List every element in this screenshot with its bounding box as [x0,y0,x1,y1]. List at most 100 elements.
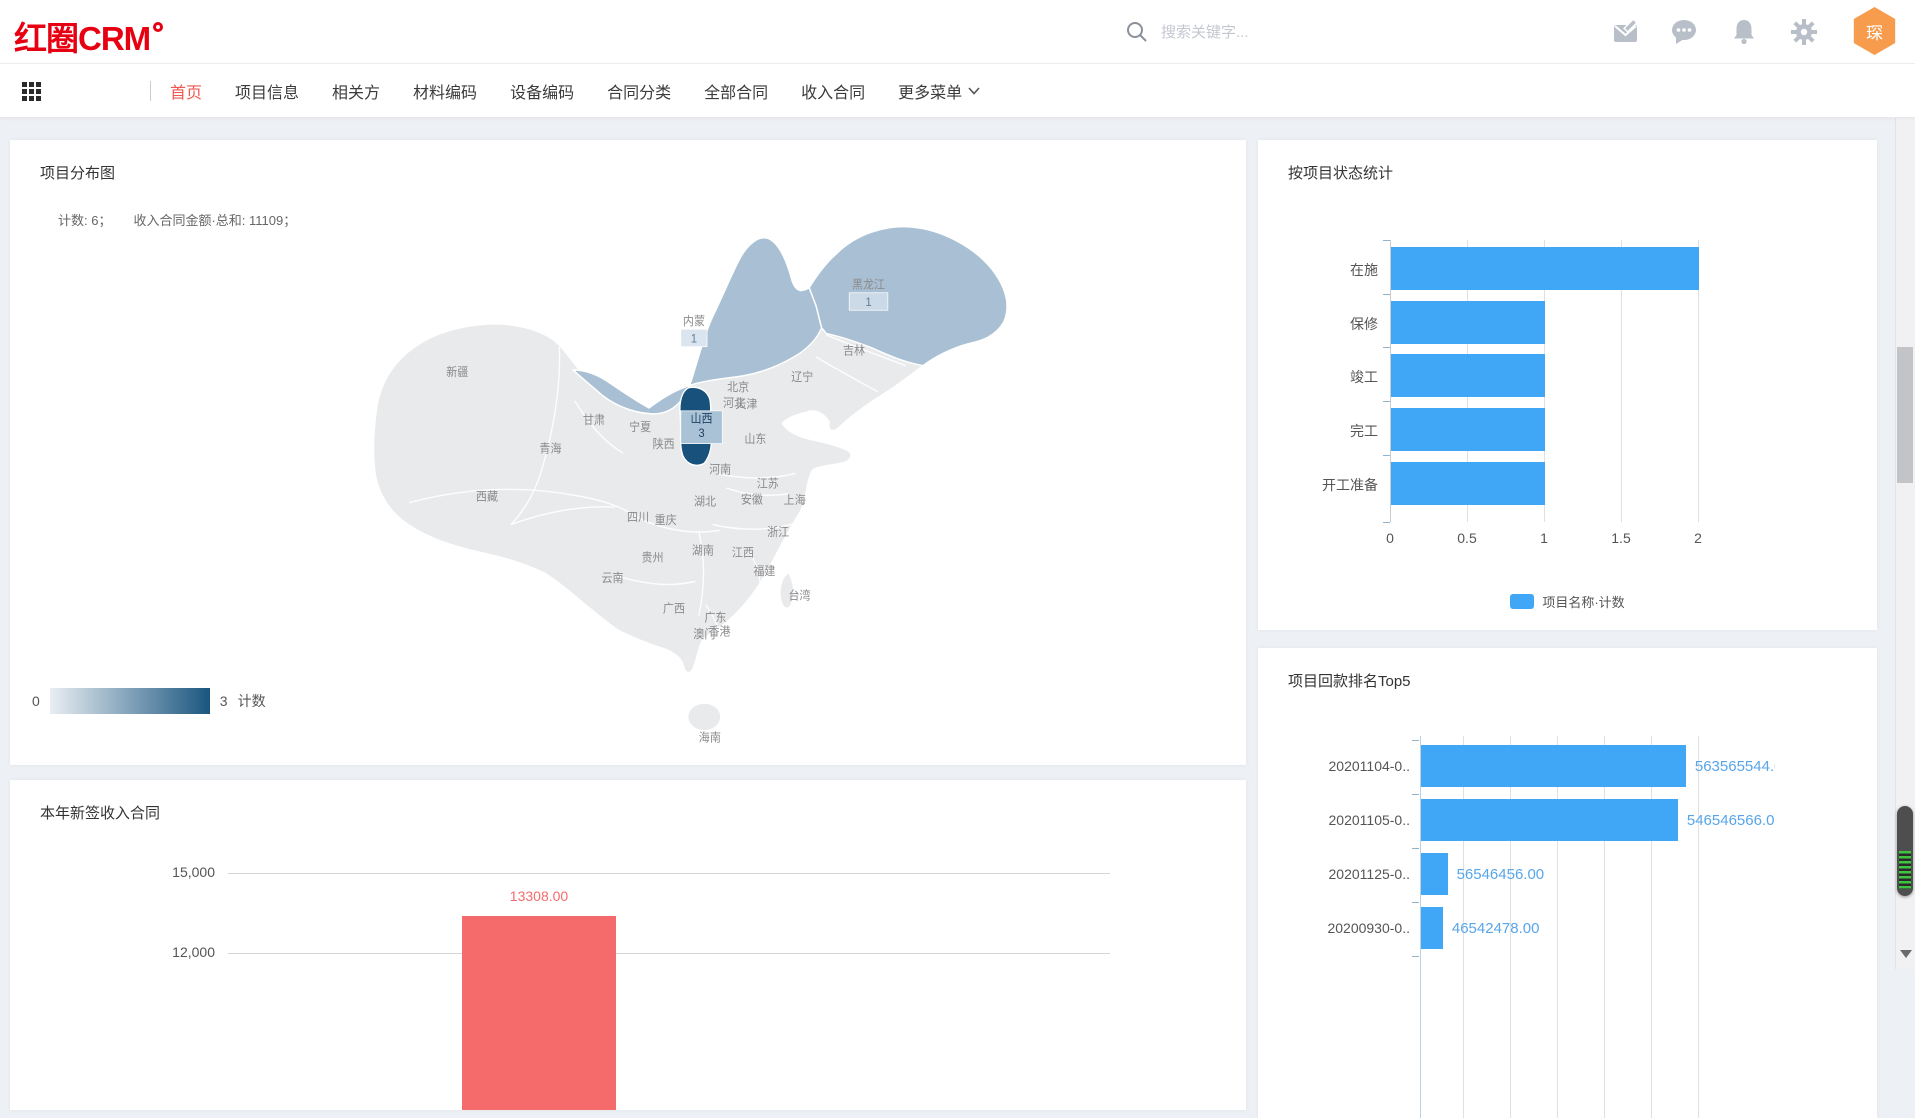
nav-item-related-party[interactable]: 相关方 [332,79,380,103]
top5-bar[interactable] [1421,799,1678,841]
province-label: 内蒙 [683,314,705,328]
province-label: 安徽 [741,492,764,506]
axis-tick [1412,740,1419,741]
global-search [1125,15,1505,49]
top5-bar[interactable] [1421,745,1686,787]
province-label: 吉林 [843,343,865,357]
x-tick-label: 1 [1540,530,1548,546]
category-label: 完工 [1258,421,1378,441]
top5-bar[interactable] [1421,853,1448,895]
status-bar[interactable] [1391,301,1545,344]
nav-item-all-contracts[interactable]: 全部合同 [704,79,768,103]
province-value: 1 [691,333,697,345]
province-label: 黑龙江 [852,278,885,291]
x-tick-label: 2 [1694,530,1702,546]
legend-max: 3 [220,693,228,709]
axis-tick [1412,902,1419,903]
top5-bar[interactable] [1421,907,1443,949]
province-label: 上海 [784,493,806,507]
bar-value-label: 563565544.00 [1695,758,1775,775]
top5-chart: 20201104-0..563565544.0020201105-0..5465… [1258,648,1775,1118]
bar-value-label: 56546456.00 [1457,866,1545,883]
category-label: 在施 [1258,260,1378,280]
scroll-widget[interactable] [1897,806,1913,896]
legend-unit: 计数 [238,691,266,711]
y-gridline [228,953,1110,954]
bar-value-label: 13308.00 [462,888,616,904]
new-income-contract-card: 本年新签收入合同 15,00012,00013308.00 [10,780,1246,1110]
category-label: 开工准备 [1258,475,1378,495]
province-label: 辽宁 [791,370,813,384]
legend-gradient-bar[interactable] [50,688,210,714]
scrollbar-down-arrow-icon[interactable] [1900,950,1912,958]
status-bar[interactable] [1391,354,1545,397]
province-label: 天津 [735,398,757,411]
map-color-legend: 0 3 计数 [32,688,266,714]
app-logo[interactable]: 红圈CRM [14,12,163,60]
province-value: 1 [865,297,871,309]
province-label: 宁夏 [629,420,651,434]
province-label: 浙江 [767,526,789,539]
bar-value-label: 46542478.00 [1452,920,1540,937]
province-label: 山东 [744,433,766,446]
year-bar[interactable] [462,916,616,1110]
province-label: 湖北 [694,494,717,508]
x-tick-label: 0 [1386,530,1394,546]
scrollbar-thumb[interactable] [1897,347,1913,483]
logo-text: 红圈CRM [14,20,150,57]
status-bar[interactable] [1391,408,1545,451]
axis-tick [1412,848,1419,849]
nav-item-home[interactable]: 首页 [170,79,202,103]
province-label: 海南 [699,730,721,744]
map-stats: 计数: 6；收入合同金额·总和: 11109； [58,210,318,229]
category-label: 20201105-0.. [1258,812,1410,828]
nav-item-material-code[interactable]: 材料编码 [413,79,477,103]
main-nav: 首页 项目信息 相关方 材料编码 设备编码 合同分类 全部合同 收入合同 更多菜… [0,64,1915,118]
province-label: 山西 [691,412,713,425]
app-header: 红圈CRM 琛 [0,0,1915,64]
chevron-down-icon [968,87,980,95]
status-bar[interactable] [1391,462,1545,505]
x-gridline [1557,736,1558,1118]
category-label: 竣工 [1258,367,1378,387]
province-label: 重庆 [655,512,677,526]
province-label: 广西 [663,602,685,615]
axis-tick [1412,794,1419,795]
province-label: 陕西 [653,437,675,451]
province-value: 3 [698,428,704,440]
axis-tick [1383,401,1390,402]
nav-items: 首页 项目信息 相关方 材料编码 设备编码 合同分类 全部合同 收入合同 更多菜… [170,64,980,118]
status-chart-legend[interactable]: 项目名称·计数 [1258,592,1877,611]
province-label: 青海 [539,441,561,455]
status-bar[interactable] [1391,247,1699,290]
province-label: 福建 [753,564,775,578]
province-label: 湖南 [692,543,714,557]
axis-tick [1383,240,1390,241]
nav-item-more-menu[interactable]: 更多菜单 [898,79,980,103]
nav-item-project-info[interactable]: 项目信息 [235,79,299,103]
bell-icon[interactable] [1730,18,1758,46]
mail-icon[interactable] [1612,18,1640,46]
y-tick-label: 12,000 [135,944,215,960]
scroll-widget-stripes-icon [1899,851,1911,889]
province-label: 四川 [627,512,649,524]
chat-icon[interactable] [1670,18,1698,46]
province-label: 甘肃 [583,414,605,427]
user-avatar[interactable]: 琛 [1851,7,1898,55]
axis-tick [1383,522,1390,523]
category-label: 保修 [1258,314,1378,334]
nav-item-contract-category[interactable]: 合同分类 [607,79,671,103]
axis-tick [1383,294,1390,295]
settings-gear-icon[interactable] [1790,18,1818,46]
nav-item-income-contracts[interactable]: 收入合同 [801,79,865,103]
province-label: 江西 [732,546,754,559]
province-label: 江苏 [757,477,779,490]
province-label: 云南 [602,572,624,585]
search-input[interactable] [1161,24,1461,41]
map-stat-count: 计数: 6； [58,213,111,228]
project-distribution-card: 项目分布图 计数: 6；收入合同金额·总和: 11109； [10,140,1246,765]
province-label: 广东 [704,611,726,624]
nav-divider [150,81,151,101]
apps-grid-icon[interactable] [22,82,41,101]
nav-item-equipment-code[interactable]: 设备编码 [510,79,574,103]
